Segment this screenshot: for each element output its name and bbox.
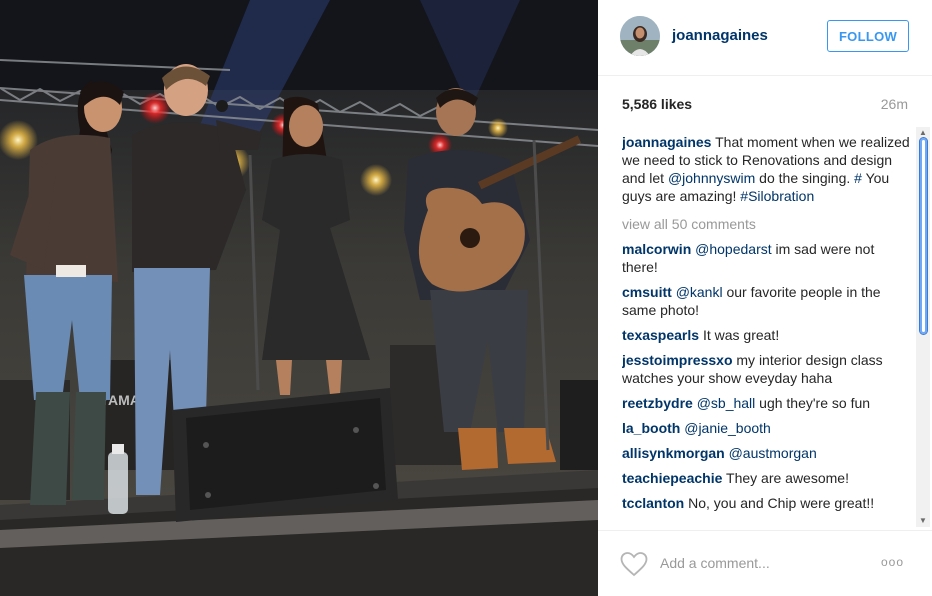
comment-mention[interactable]: @hopedarst [695,241,771,257]
comment-item: teachiepeachie They are awesome! [622,469,914,487]
caption-hashtag[interactable]: #Silobration [740,188,814,204]
comment-item: tcclanton No, you and Chip were great!! [622,494,914,512]
caption-username[interactable]: joannagaines [622,134,711,150]
comment-username[interactable]: cmsuitt [622,284,672,300]
comments-list[interactable]: joannagaines That moment when we realize… [622,133,914,529]
timestamp[interactable]: 26m [881,96,908,112]
comment-item: reetzbydre @sb_hall ugh they're so fun [622,394,914,412]
comment-text: ugh they're so fun [755,395,871,411]
comment-text: It was great! [699,327,780,343]
avatar-image [620,16,660,56]
comments-scrollbar[interactable]: ▲ ▼ [916,127,930,527]
view-all-comments-link[interactable]: view all 50 comments [622,215,914,233]
comment-username[interactable]: la_booth [622,420,680,436]
scrollbar-thumb[interactable] [919,137,928,335]
comment-mention[interactable]: @kankl [676,284,723,300]
post-header: joannagaines FOLLOW [598,0,932,76]
comment-username[interactable]: malcorwin [622,241,691,257]
comment-username[interactable]: allisynkmorgan [622,445,725,461]
comment-item: la_booth @janie_booth [622,419,914,437]
post-caption: joannagaines That moment when we realize… [622,133,914,205]
caption-mention[interactable]: @johnnyswim [668,170,755,186]
comment-item: malcorwin @hopedarst im sad were not the… [622,240,914,276]
comment-text: They are awesome! [722,470,849,486]
comment-item: cmsuitt @kankl our favorite people in th… [622,283,914,319]
comment-text: No, you and Chip were great!! [684,495,875,511]
more-options-icon[interactable]: ooo [881,555,904,569]
post-meta: 5,586 likes 26m [622,96,908,116]
caption-text: do the singing. [755,170,855,186]
comment-mention[interactable]: @sb_hall [697,395,756,411]
caption-hashtag[interactable]: # [854,170,862,186]
comment-item: jesstoimpressxo my interior design class… [622,351,914,387]
comment-item: allisynkmorgan @austmorgan [622,444,914,462]
post-details-panel: joannagaines FOLLOW 5,586 likes 26m joan… [598,0,932,596]
comment-username[interactable]: teachiepeachie [622,470,722,486]
concert-photo-illustration: YAMAHA [0,0,598,596]
post-photo[interactable]: YAMAHA [0,0,598,596]
likes-count[interactable]: 5,586 likes [622,96,692,112]
follow-button[interactable]: FOLLOW [827,20,909,52]
username-link[interactable]: joannagaines [672,27,768,44]
comment-username[interactable]: texaspearls [622,327,699,343]
comment-bar: ooo [598,530,932,596]
add-comment-input[interactable] [660,549,860,577]
comment-mention[interactable]: @austmorgan [729,445,817,461]
comment-username[interactable]: jesstoimpressxo [622,352,733,368]
heart-icon[interactable] [620,551,648,577]
scroll-down-icon[interactable]: ▼ [916,515,930,527]
comment-username[interactable]: tcclanton [622,495,684,511]
comment-username[interactable]: reetzbydre [622,395,693,411]
avatar[interactable] [620,16,660,56]
comment-item: texaspearls It was great! [622,326,914,344]
comment-mention[interactable]: @janie_booth [684,420,771,436]
